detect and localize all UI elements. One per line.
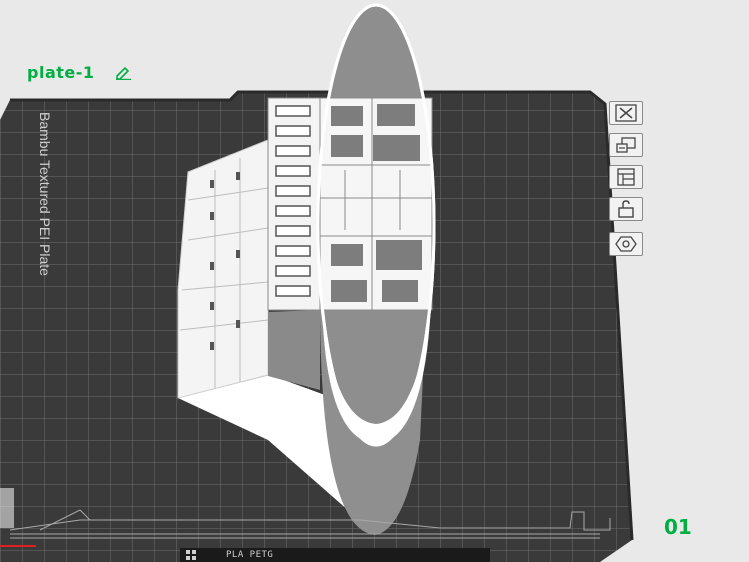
close-icon (615, 104, 637, 122)
filament-types-text: PLA PETG (226, 550, 274, 560)
bed-label: Bambu Textured PEI Plate (37, 112, 53, 276)
layout-icon (617, 168, 635, 186)
grid-icon (186, 550, 196, 560)
build-plate-viewport[interactable]: Bambu Textured PEI Plate (0, 0, 749, 562)
plate-number: 01 (664, 515, 692, 539)
plate-settings-button[interactable] (609, 232, 643, 256)
lock-icon (618, 200, 634, 218)
auto-orient-button[interactable] (609, 165, 643, 189)
model-left-block (177, 139, 269, 399)
edit-pencil-icon[interactable] (114, 64, 132, 80)
arrange-icon (616, 137, 636, 153)
filament-status-bar: PLA PETG (180, 548, 490, 562)
arrange-button[interactable] (609, 133, 643, 157)
lock-plate-button[interactable] (609, 197, 643, 221)
plate-name-label[interactable]: plate-1 (27, 63, 95, 82)
remove-plate-button[interactable] (609, 101, 643, 125)
hexagon-icon (615, 236, 637, 252)
